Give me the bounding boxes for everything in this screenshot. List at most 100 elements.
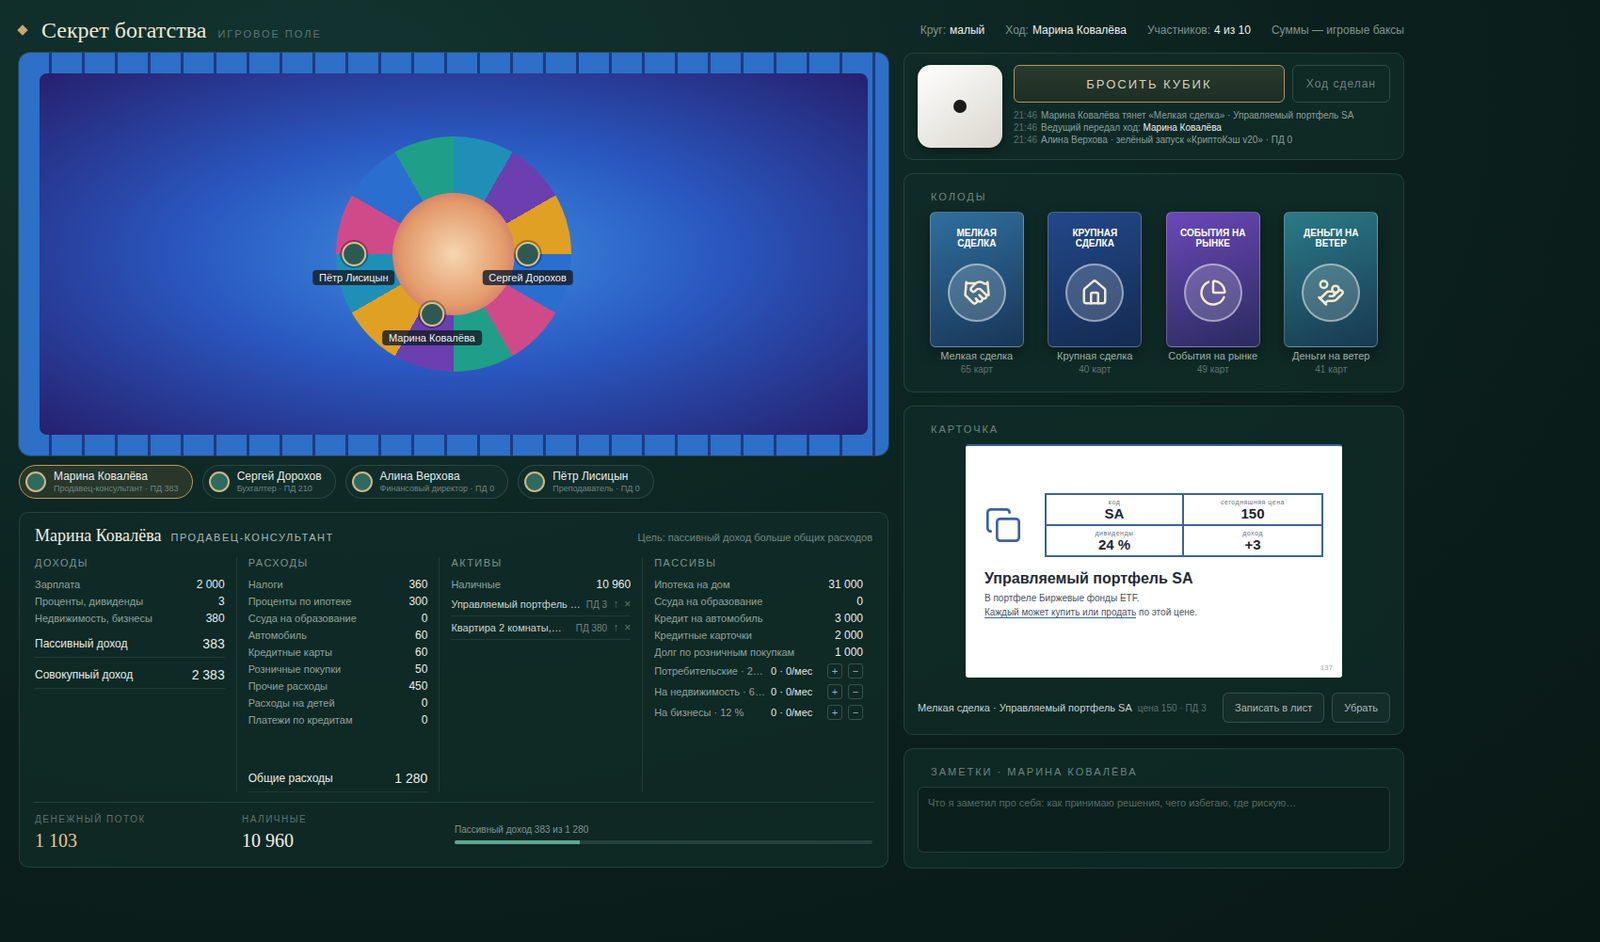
avatar-icon [25, 471, 47, 493]
deck-icon [1199, 278, 1228, 307]
avatar-icon [208, 471, 230, 493]
done-button[interactable]: Ход сделан [1292, 64, 1391, 103]
dice-icon[interactable] [917, 64, 1003, 148]
board-image [39, 73, 868, 435]
liability-row: Кредит на автомобиль3 000 [654, 609, 864, 627]
remove-button[interactable]: × [624, 621, 631, 635]
loan-plus-button[interactable]: + [827, 684, 843, 700]
log-line: 21:46Алина Верхова · зелёный запуск «Кри… [1013, 134, 1391, 145]
turn-panel: БРОСИТЬ КУБИКХод сделан 21:46Марина Ковал… [903, 52, 1405, 160]
loan-row: На бизнесы · 12 %0 · 0/мес+− [654, 702, 864, 723]
sell-button[interactable]: ↑ [612, 621, 619, 635]
expense-row: Ссуда на образование0 [248, 609, 429, 627]
income-row: Совокупный доход2 383 [34, 661, 225, 689]
player-chip[interactable]: Алина ВерховаФинансовый директор · ПД 0 [345, 464, 510, 499]
liability-row: Кредитные карточки2 000 [654, 626, 864, 644]
expense-row: Расходы на детей0 [248, 694, 429, 712]
expense-row: Платежи по кредитам0 [248, 711, 429, 729]
header: Секрет богатства ИГРОВОЕ ПОЛЕ Круг:малый Хо… [18, 11, 1405, 49]
deck[interactable]: КРУПНАЯ СДЕЛКАКрупная сделка40 карт [1047, 211, 1142, 375]
log-line: 21:46Марина Ковалёва тянет «Мелкая сделк… [1013, 110, 1391, 121]
loan-minus-button[interactable]: − [848, 684, 864, 700]
token-icon [419, 302, 445, 327]
token-icon [515, 241, 541, 267]
avatar-icon [524, 471, 545, 493]
meta-item: Круг:малый [920, 23, 986, 37]
loan-plus-button[interactable]: + [827, 704, 843, 720]
deck-card: ДЕНЬГИ НА ВЕТЕР [1283, 211, 1378, 348]
page: Секрет богатства ИГРОВОЕ ПОЛЕ Круг:малый Хо… [0, 0, 1600, 942]
sheet-goal: Цель: пассивный доход больше общих расхо… [638, 531, 873, 544]
player-chip[interactable]: Сергей ДороховБухгалтер · ПД 210 [202, 464, 336, 499]
deck[interactable]: СОБЫТИЯ НА РЫНКЕСобытия на рынке49 карт [1166, 211, 1261, 375]
assets-column: АКТИВЫНаличные10 960Управляемый портфель… [438, 557, 642, 793]
passive-progress: Пассивный доход 383 из 1 280 [454, 824, 873, 852]
subtitle: ИГРОВОЕ ПОЛЕ [217, 28, 321, 40]
income-row: Зарплата2 000 [34, 576, 225, 593]
loan-minus-button[interactable]: − [848, 663, 864, 679]
income-row: Пассивный доход383 [34, 630, 225, 658]
player-chip[interactable]: Марина КовалёваПродавец-консультант · ПД… [18, 464, 193, 499]
token-label: Марина Ковалёва [382, 330, 482, 346]
asset-row[interactable]: Квартира 2 комнаты,…ПД 380↑× [450, 616, 631, 640]
loan-row: На недвижимость · 6…0 · 0/мес+− [654, 681, 864, 703]
app-title: Секрет богатства [41, 17, 207, 44]
expense-row: Прочие расходы450 [248, 677, 429, 695]
expense-total: Общие расходы1 280 [248, 765, 429, 793]
deck-card: КРУПНАЯ СДЕЛКА [1047, 211, 1142, 348]
loan-plus-button[interactable]: + [827, 663, 843, 679]
meta-item: Ход:Марина Ковалёва [1005, 23, 1127, 37]
asset-row[interactable]: Управляемый портфель …ПД 3↑× [450, 592, 631, 617]
loan-row: Потребительские · 2…0 · 0/мес+− [654, 660, 864, 682]
player-token[interactable]: Сергей Дорохов [481, 241, 573, 286]
avatar-icon [352, 471, 373, 493]
event-log: 21:46Марина Ковалёва тянет «Мелкая сделк… [1013, 110, 1391, 145]
card-stats: кодSAсегодняшняя цена150дивиденды24 %дох… [1044, 493, 1324, 558]
incomes-column: ДОХОДЫЗарплата2 000Проценты, дивиденды3Н… [32, 557, 237, 793]
expense-row: Налоги360 [248, 576, 429, 593]
card-panel: КАРТОЧКАкодSAсегодняшняя цена150дивиденд… [903, 405, 1405, 736]
game-board[interactable]: Пётр Лисицын Сергей Дорохов Марина Ковалёв… [18, 52, 889, 456]
player-token[interactable]: Пётр Лисицын [312, 241, 396, 286]
token-label: Пётр Лисицын [312, 270, 396, 286]
deck-icon [1316, 278, 1345, 307]
player-list: Марина КовалёваПродавец-консультант · ПД… [18, 464, 889, 499]
loan-minus-button[interactable]: − [848, 704, 864, 720]
expenses-column: РАСХОДЫНалоги360Проценты по ипотеке300Сс… [236, 557, 440, 793]
progress-track [454, 840, 873, 845]
deck-card: МЕЛКАЯ СДЕЛКА [929, 211, 1024, 348]
card-action-button[interactable]: Убрать [1331, 692, 1391, 723]
liabilities-column: ПАССИВЫИпотека на дом31 000Ссуда на обра… [641, 557, 875, 793]
expense-row: Автомобиль60 [248, 626, 429, 644]
meta-item: Суммы — игровые баксы [1271, 23, 1405, 37]
notes-panel: ЗАМЕТКИ · МАРИНА КОВАЛЁВА [903, 748, 1405, 869]
notes-field[interactable] [917, 786, 1391, 853]
deck[interactable]: МЕЛКАЯ СДЕЛКАМелкая сделка65 карт [929, 211, 1024, 375]
player-token[interactable]: Марина Ковалёва [382, 302, 482, 346]
card-action-button[interactable]: Записать в лист [1222, 692, 1325, 723]
expense-row: Проценты по ипотеке300 [248, 592, 429, 610]
copies-icon [984, 506, 1023, 544]
income-row: Недвижимость, бизнесы380 [34, 609, 225, 627]
deck[interactable]: ДЕНЬГИ НА ВЕТЕРДеньги на ветер41 карт [1283, 211, 1378, 375]
liability-row: Ипотека на дом31 000 [654, 576, 864, 593]
player-sheet: Марина КовалёваПРОДАВЕЦ-КОНСУЛЬТАНТЦель:… [18, 512, 889, 868]
deck-icon [962, 278, 992, 307]
cashflow: ДЕНЕЖНЫЙ ПОТОК1 103 [34, 814, 242, 852]
sell-button[interactable]: ↑ [612, 597, 619, 611]
deal-card: кодSAсегодняшняя цена150дивиденды24 %дох… [965, 444, 1343, 678]
log-line: 21:46Ведущий передал ход: Марина Ковалёв… [1013, 122, 1391, 133]
player-chip[interactable]: Пётр ЛисицынПреподаватель · ПД 0 [517, 464, 655, 499]
cash-total: НАЛИЧНЫЕ10 960 [241, 814, 455, 852]
deck-icon [1080, 278, 1109, 307]
expense-row: Розничные покупки50 [248, 660, 429, 678]
liability-row: Ссуда на образование0 [654, 592, 864, 610]
token-label: Сергей Дорохов [481, 270, 573, 286]
sheet-name: Марина Ковалёва [34, 526, 162, 545]
diamond-icon [16, 24, 28, 35]
income-row: Проценты, дивиденды3 [34, 592, 225, 610]
decks-panel: КОЛОДЫМЕЛКАЯ СДЕЛКАМелкая сделка65 картК… [903, 173, 1405, 393]
roll-button[interactable]: БРОСИТЬ КУБИК [1013, 64, 1285, 103]
remove-button[interactable]: × [624, 597, 631, 611]
expense-row: Кредитные карты60 [248, 643, 429, 661]
